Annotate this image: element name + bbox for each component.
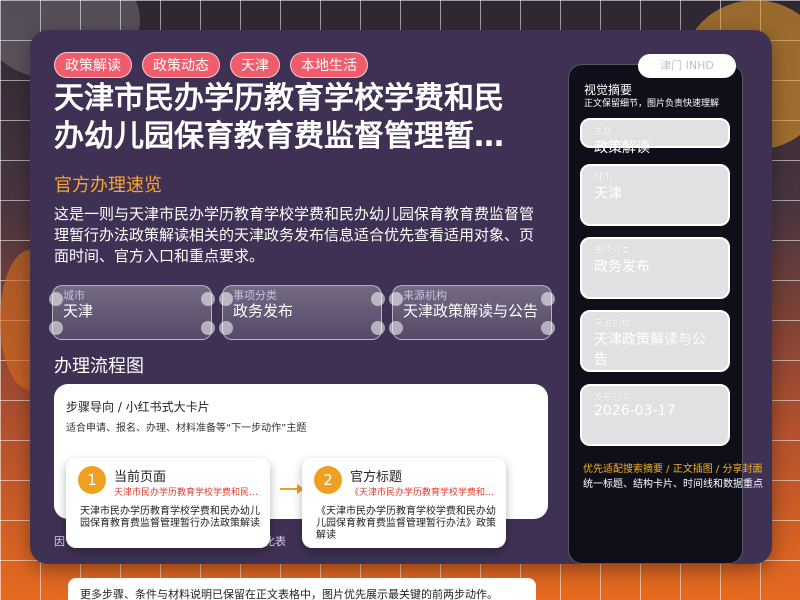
summary-text: 这是一则与天津市民办学历教育学校学费和民办幼儿园保育教育费监督管理暂行办法政策解… bbox=[54, 205, 535, 265]
page-title: 天津市民办学历教育学校学费和民办幼儿园保育教育费监督管理暂行办法 bbox=[54, 81, 504, 154]
step-number: 1 bbox=[78, 466, 106, 494]
side-item-value: 政务发布 bbox=[594, 259, 650, 275]
decor-dot bbox=[201, 292, 215, 306]
step-body: 《天津市民办学历教育学校学费和民办幼儿园保育教育费监督管理暂行办法》政策解读 bbox=[316, 506, 496, 541]
step-subtitle: 《天津市民办学历教育学校学费和民办幼儿园保育教育费 bbox=[350, 488, 500, 498]
side-item-label: 发布时间 bbox=[594, 393, 631, 403]
side-item-label: 城市 bbox=[594, 173, 613, 183]
side-item-value: 2026-03-17 bbox=[594, 403, 676, 419]
side-item-source: 来源机构 天津政策解读与公告 bbox=[580, 310, 730, 372]
decor-dot bbox=[389, 292, 403, 306]
step-subtitle: 天津市民办学历教育学校学费和民办幼儿园保育教育费 bbox=[114, 488, 264, 498]
info-box-city: 城市 天津 bbox=[49, 285, 215, 340]
step-name: 当前页面 bbox=[114, 470, 167, 485]
step-card-2[interactable]: 2 官方标题 《天津市民办学历教育学校学费和民办幼儿园保育教育费 《天津市民办学… bbox=[302, 458, 506, 548]
flow-card-heading: 步骤导向 / 小红书式大卡片 bbox=[66, 400, 210, 414]
tag-local-life[interactable]: 本地生活 bbox=[290, 52, 368, 78]
page-subtitle: 官方办理速览 bbox=[54, 175, 162, 196]
info-value: 天津 bbox=[63, 302, 94, 320]
side-item-label: 主题 bbox=[594, 127, 613, 137]
tag-policy-news[interactable]: 政策动态 bbox=[142, 52, 220, 78]
step-number: 2 bbox=[314, 466, 342, 494]
side-item-value: 政策解读 bbox=[594, 140, 650, 156]
decor-dot bbox=[201, 321, 215, 335]
bottom-note: 更多步骤、条件与材料说明已保留在正文表格中，图片优先展示最关键的前两步动作。 bbox=[68, 578, 536, 600]
side-item-value: 天津政策解读与公告 bbox=[594, 332, 706, 368]
tag-tianjin[interactable]: 天津 bbox=[230, 52, 280, 78]
step-body: 天津市民办学历教育学校学费和民办幼儿园保育教育费监督管理暂行办法政策解读 bbox=[80, 506, 260, 529]
info-label: 来源机构 bbox=[403, 289, 447, 302]
side-panel-subtitle: 正文保留细节，图片负责快速理解 bbox=[584, 99, 720, 109]
side-item-value: 天津 bbox=[594, 186, 622, 202]
decor-dot bbox=[389, 321, 403, 335]
step-name: 官方标题 bbox=[350, 470, 403, 485]
info-row: 城市 天津 事项分类 政务发布 来源机构 天津政策解读与公告 bbox=[49, 285, 555, 340]
step-card-1[interactable]: 1 当前页面 天津市民办学历教育学校学费和民办幼儿园保育教育费 天津市民办学历教… bbox=[66, 458, 270, 548]
side-item-label: 事项分类 bbox=[594, 246, 631, 256]
info-value: 天津政策解读与公告 bbox=[403, 302, 539, 320]
footnote-start: 因 bbox=[54, 535, 65, 548]
side-footer-highlight: 优先适配搜索摘要 / 正文插图 / 分享封面 bbox=[583, 464, 763, 475]
info-label: 事项分类 bbox=[233, 289, 277, 302]
side-item-city: 城市 天津 bbox=[580, 164, 730, 226]
decor-dot bbox=[49, 321, 63, 335]
tag-list: 政策解读 政策动态 天津 本地生活 bbox=[54, 52, 368, 78]
tag-policy-interpretation[interactable]: 政策解读 bbox=[54, 52, 132, 78]
info-label: 城市 bbox=[63, 289, 85, 302]
side-item-category: 事项分类 政务发布 bbox=[580, 237, 730, 299]
side-item-label: 来源机构 bbox=[594, 319, 631, 329]
side-item-topic: 主题 政策解读 bbox=[580, 118, 730, 156]
info-value: 政务发布 bbox=[233, 302, 294, 320]
side-panel-badge: 津门 INHD bbox=[638, 54, 736, 78]
decor-dot bbox=[219, 321, 233, 335]
side-item-date: 发布时间 2026-03-17 bbox=[580, 384, 730, 446]
flow-section-title: 办理流程图 bbox=[54, 356, 144, 377]
decor-dot bbox=[371, 321, 385, 335]
info-box-source: 来源机构 天津政策解读与公告 bbox=[389, 285, 555, 340]
decor-dot bbox=[371, 292, 385, 306]
decor-dot bbox=[219, 292, 233, 306]
flow-card-description: 适合申请、报名、办理、材料准备等“下一步动作”主题 bbox=[66, 423, 307, 434]
decor-dot bbox=[541, 321, 555, 335]
decor-dot bbox=[541, 292, 555, 306]
decor-dot bbox=[49, 292, 63, 306]
info-box-category: 事项分类 政务发布 bbox=[219, 285, 385, 340]
side-footer-note: 统一标题、结构卡片、时间线和数据重点 bbox=[583, 479, 763, 490]
arrow-right-icon bbox=[280, 484, 304, 494]
